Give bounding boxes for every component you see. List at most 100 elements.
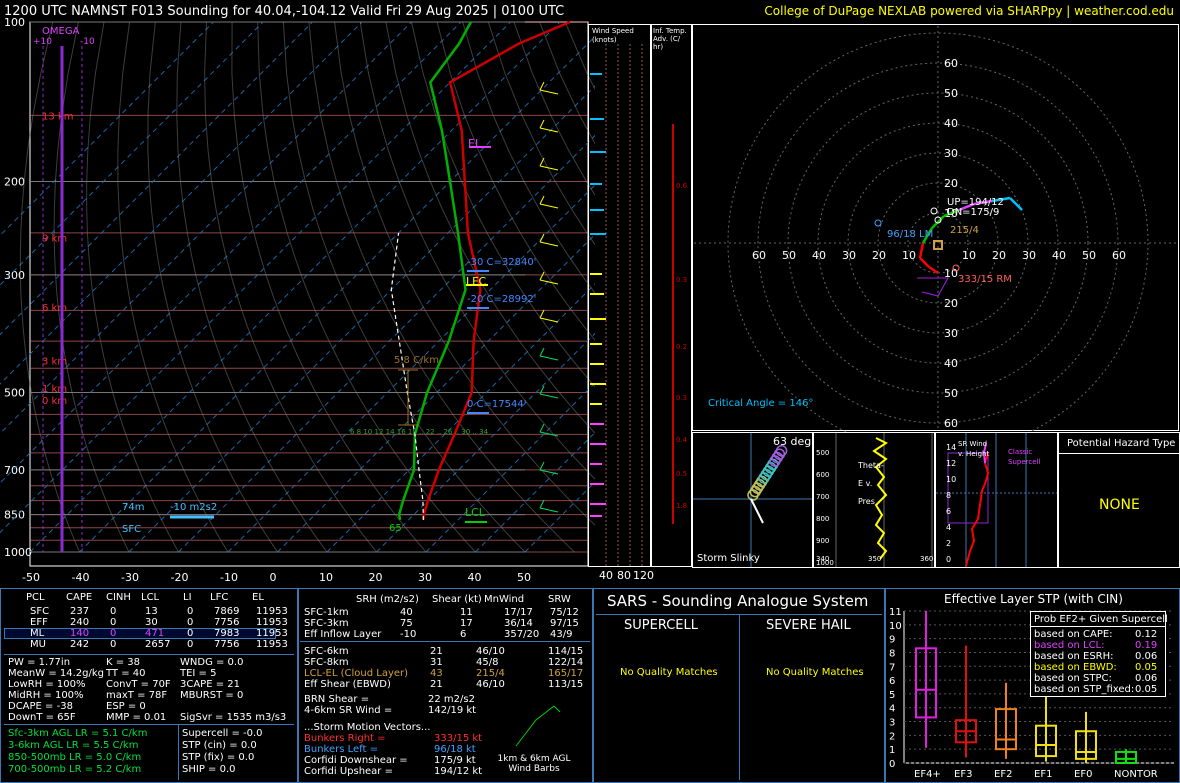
wind-barb-flag xyxy=(539,81,545,91)
parcel-cell: 0 xyxy=(187,639,194,650)
stp-tick-label: 4 xyxy=(889,704,895,715)
wind-barb-flag xyxy=(539,233,545,243)
parcel-header: LCL xyxy=(141,592,160,603)
thermo-value: TT = 40 xyxy=(106,668,146,679)
parcel-cell: 0 xyxy=(110,628,117,639)
kin-row-label: SFC-6km xyxy=(304,646,349,657)
stp-category-label: EF2 xyxy=(994,769,1012,780)
sars-supercell-title: SUPERCELL xyxy=(624,618,698,633)
isotherm-line xyxy=(475,431,595,553)
theta-bottom-label: 340 xyxy=(816,555,830,563)
severe-index-value: STP (cin) = 0.0 xyxy=(182,740,257,751)
stp-category-label: EF1 xyxy=(1034,769,1052,780)
parcel-cell: 11953 xyxy=(256,606,288,617)
temp-tick-label: -50 xyxy=(22,571,40,584)
kin-cell: 46/10 xyxy=(476,679,505,690)
temp-tick-label: -20 xyxy=(171,571,189,584)
sr-wind-tick-label: 6 xyxy=(946,507,952,516)
sr-wind-title: SR Wind v. Height xyxy=(958,440,990,458)
hodo-ring-label: 30 xyxy=(1022,249,1036,262)
zero-label: 0 C=17544' xyxy=(467,399,526,410)
parcel-cell: 140 xyxy=(70,628,90,639)
isotherm-line xyxy=(0,21,313,336)
stp-prob-value: 0.06 xyxy=(1135,651,1158,662)
pressure-tick-label: 1000 xyxy=(4,546,32,559)
kin-header: SRH (m2/s2) xyxy=(356,594,419,605)
hodo-ring-label: 60 xyxy=(1112,249,1126,262)
pressure-tick-label: 200 xyxy=(4,176,25,189)
severe-index-value: Supercell = -0.0 xyxy=(182,728,263,739)
left-mover-label: 96/18 LM xyxy=(887,229,933,240)
stp-prob-label: based on CAPE: xyxy=(1034,629,1113,640)
wind-barb-flag xyxy=(539,195,545,205)
stp-prob-box: Prob EF2+ Given Supercell based on CAPE:… xyxy=(1030,611,1168,697)
dry-adiabat xyxy=(308,21,575,553)
dry-adiabat xyxy=(539,21,595,145)
brn-value: 22 m2/s2 xyxy=(428,694,475,705)
wind-barb xyxy=(539,393,559,399)
kin-divider xyxy=(300,641,590,642)
temp-adv-value: 0.2 xyxy=(676,343,687,351)
stp-tick-label: 9 xyxy=(889,635,895,646)
hodo-ring-label: 40 xyxy=(944,357,958,370)
sr-wind-class: Classic Supercell xyxy=(1008,448,1041,466)
kin-cell: 357/20 xyxy=(504,629,540,640)
kin-cell: -10 xyxy=(400,629,417,640)
kin-cell: 36/14 xyxy=(504,618,533,629)
wind-barb xyxy=(539,507,559,513)
sr46-value: 142/19 kt xyxy=(428,705,477,716)
parcel-cell: 11953 xyxy=(256,628,288,639)
motion-label: Bunkers Right = xyxy=(304,733,386,744)
credit-label: College of DuPage NEXLAB powered via SHA… xyxy=(764,4,1174,18)
parcel-header: PCL xyxy=(26,592,45,603)
wind-barb-flag xyxy=(539,157,545,167)
theta-tick-label: 500 xyxy=(816,449,830,457)
kin-cell: 17/17 xyxy=(504,607,533,618)
parcel-cell: 30 xyxy=(145,617,158,628)
thermo-value: 3CAPE = 21 xyxy=(180,679,240,690)
hodo-segment xyxy=(1009,197,1023,211)
isotherm-line xyxy=(178,134,595,553)
wind-barb-flag xyxy=(539,309,545,319)
thermo-value: TEI = 5 xyxy=(180,668,217,679)
parcel-cell: 237 xyxy=(70,606,90,617)
slinky-graphic xyxy=(693,433,812,567)
wind-speed-panel xyxy=(588,24,651,567)
hodo-ring-label: 30 xyxy=(944,147,958,160)
wind-barb xyxy=(539,203,559,209)
temp-adv-value: 0.5 xyxy=(676,470,687,478)
parcel-header: LI xyxy=(183,592,192,603)
stp-category-label: NONTOR xyxy=(1114,769,1158,780)
stp-prob-label: based on LCL: xyxy=(1034,640,1105,651)
kin-cell: 6 xyxy=(460,629,467,640)
kin-row-label: LCL-EL (Cloud Layer) xyxy=(304,668,409,679)
parcel-cell: 13 xyxy=(145,606,158,617)
storm-slinky-panel: 63 deg Storm Slinky xyxy=(692,432,813,568)
dry-adiabat xyxy=(176,21,328,553)
eff-inflow-top: 74m xyxy=(122,502,144,513)
wind-barb-mini xyxy=(515,705,561,747)
el-label: EL xyxy=(468,137,482,150)
lapse-rate-value: 700-500mb LR = 5.2 C/km xyxy=(8,764,142,775)
thermo-value: MeanW = 14.2g/kg xyxy=(8,668,104,679)
lcl-label: LCL xyxy=(465,506,486,519)
stp-prob-value: 0.12 xyxy=(1135,629,1158,640)
theta-tick-label: 800 xyxy=(816,515,830,523)
wind-barb-flag xyxy=(539,271,545,281)
hodo-segment xyxy=(928,265,939,275)
temp-adv-value: 0.3 xyxy=(676,276,687,284)
hodo-segment xyxy=(918,242,925,259)
severe-index-value: SHIP = 0.0 xyxy=(182,764,236,775)
minus20-label: -20 C=28992' xyxy=(467,294,536,305)
surface-dew-label: 65 xyxy=(389,523,402,534)
theta-e-panel: Theta-E v. Pres 500 600 700 800 900 1000 340 35… xyxy=(813,432,935,568)
dry-adiabat xyxy=(117,21,229,553)
parcel-cell: 7983 xyxy=(214,628,240,639)
effective-layer-marker xyxy=(917,277,949,297)
kin-row-label: SFC-8km xyxy=(304,657,349,668)
isotherm-line xyxy=(227,184,595,553)
kin-header: SRW xyxy=(548,594,571,605)
kin-cell: 75 xyxy=(400,618,413,629)
sr-wind-panel: SR Wind v. Height Classic Supercell 14 12… xyxy=(935,432,1058,568)
barb-caption: 1km & 6km AGL Wind Barbs xyxy=(497,754,571,774)
